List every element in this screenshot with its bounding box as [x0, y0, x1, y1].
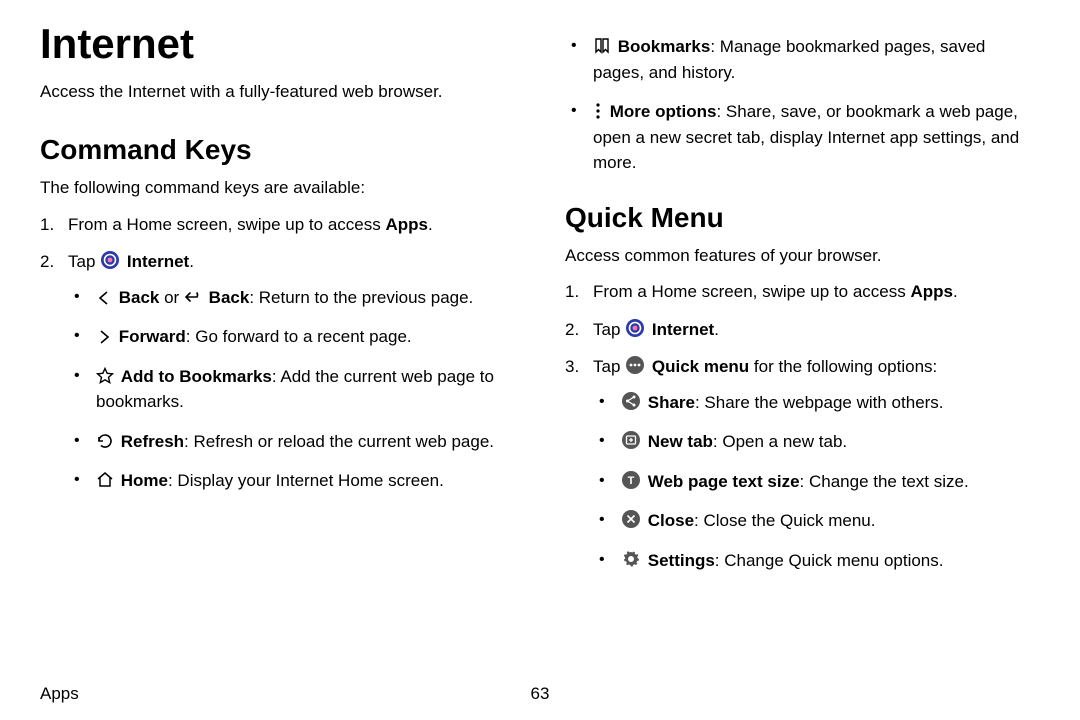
right-column: Bookmarks: Manage bookmarked pages, save…	[565, 20, 1040, 660]
step-2: Tap Internet. Back or Back: Return to th…	[40, 249, 515, 494]
back-chevron-icon	[96, 290, 112, 306]
qm-step-1: From a Home screen, swipe up to access A…	[565, 279, 1040, 305]
refresh-icon	[96, 432, 114, 450]
content-columns: Internet Access the Internet with a full…	[40, 20, 1040, 660]
command-keys-heading: Command Keys	[40, 134, 515, 166]
new-tab-icon	[621, 430, 641, 450]
footer-page-number: 63	[531, 684, 550, 704]
close-icon	[621, 509, 641, 529]
quick-menu-steps: From a Home screen, swipe up to access A…	[565, 279, 1040, 573]
bookmarks-icon	[593, 37, 611, 55]
text-size-icon: T	[621, 470, 641, 490]
bullet-back: Back or Back: Return to the previous pag…	[68, 285, 515, 311]
bullet-text-size: T Web page text size: Change the text si…	[593, 469, 1040, 495]
settings-icon	[621, 549, 641, 569]
bullet-home: Home: Display your Internet Home screen.	[68, 468, 515, 494]
share-icon	[621, 391, 641, 411]
bullet-new-tab: New tab: Open a new tab.	[593, 429, 1040, 455]
bullet-add-bookmarks: Add to Bookmarks: Add the current web pa…	[68, 364, 515, 415]
quick-menu-bullets: Share: Share the webpage with others. Ne…	[593, 390, 1040, 574]
home-icon	[96, 471, 114, 489]
qm-step-3: Tap Quick menu for the following options…	[565, 354, 1040, 573]
internet-icon	[100, 250, 120, 270]
more-options-icon	[593, 102, 603, 120]
intro-text: Access the Internet with a fully-feature…	[40, 80, 515, 104]
command-keys-steps: From a Home screen, swipe up to access A…	[40, 212, 515, 494]
bullet-share: Share: Share the webpage with others.	[593, 390, 1040, 416]
bullet-more-options: More options: Share, save, or bookmark a…	[565, 99, 1040, 176]
command-keys-bullets-cont: Bookmarks: Manage bookmarked pages, save…	[565, 34, 1040, 176]
bullet-settings: Settings: Change Quick menu options.	[593, 548, 1040, 574]
command-keys-lead: The following command keys are available…	[40, 176, 515, 200]
quick-menu-heading: Quick Menu	[565, 202, 1040, 234]
svg-text:T: T	[628, 475, 635, 487]
quick-menu-icon	[625, 355, 645, 375]
forward-chevron-icon	[96, 329, 112, 345]
bullet-forward: Forward: Go forward to a recent page.	[68, 324, 515, 350]
page-footer: Apps 63	[40, 684, 1040, 704]
bullet-refresh: Refresh: Refresh or reload the current w…	[68, 429, 515, 455]
star-icon	[96, 367, 114, 385]
command-keys-bullets: Back or Back: Return to the previous pag…	[68, 285, 515, 494]
step-1: From a Home screen, swipe up to access A…	[40, 212, 515, 238]
bullet-bookmarks: Bookmarks: Manage bookmarked pages, save…	[565, 34, 1040, 85]
bullet-close: Close: Close the Quick menu.	[593, 508, 1040, 534]
quick-menu-lead: Access common features of your browser.	[565, 244, 1040, 268]
back-arrow-icon	[184, 290, 202, 306]
internet-icon	[625, 318, 645, 338]
qm-step-2: Tap Internet.	[565, 317, 1040, 343]
page-title: Internet	[40, 20, 515, 68]
left-column: Internet Access the Internet with a full…	[40, 20, 515, 660]
